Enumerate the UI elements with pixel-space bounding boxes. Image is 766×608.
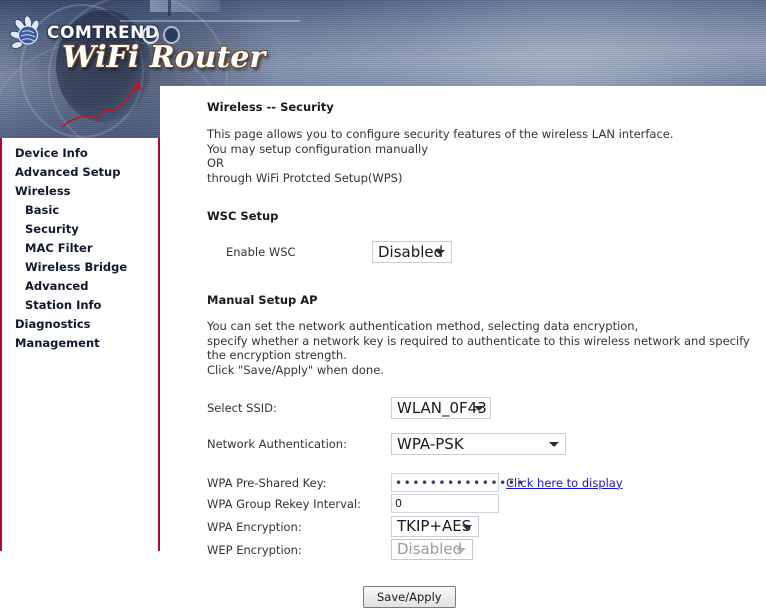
wep-encryption-value: Disabled (397, 540, 463, 558)
sidebar-item-station-info[interactable]: Station Info (2, 296, 158, 315)
network-authentication-row: Network Authentication: WPA-PSK (207, 433, 766, 455)
enable-wsc-select[interactable]: Disabled (372, 241, 452, 263)
chevron-down-icon (456, 547, 466, 553)
select-ssid-row: Select SSID: WLAN_0F43 (207, 397, 766, 419)
click-here-to-display-link[interactable]: Click here to display (506, 476, 623, 490)
comtrend-flower-logo-icon (9, 16, 40, 49)
sidebar-item-wireless-bridge[interactable]: Wireless Bridge (2, 258, 158, 277)
chevron-down-icon (474, 406, 484, 411)
chevron-down-icon (462, 524, 472, 530)
sidebar-item-wireless[interactable]: Wireless (2, 182, 158, 201)
product-name: WiFi Router (62, 40, 266, 75)
sidebar-item-security[interactable]: Security (2, 220, 158, 239)
banner-arrow-decoration (61, 80, 142, 128)
enable-wsc-value: Disabled (378, 243, 444, 261)
manual-setup-description: You can set the network authentication m… (207, 319, 750, 377)
sidebar-item-basic[interactable]: Basic (2, 201, 158, 220)
main-navigation-sidebar: Device Info Advanced Setup Wireless Basi… (0, 138, 160, 551)
wpa-encryption-dropdown[interactable]: TKIP+AES (391, 516, 479, 537)
chevron-down-icon (435, 250, 445, 255)
enable-wsc-label: Enable WSC (226, 245, 296, 259)
save-apply-row: Save/Apply (207, 586, 766, 608)
enable-wsc-row: Enable WSC Disabled (207, 241, 766, 263)
network-authentication-value: WPA-PSK (397, 435, 464, 453)
sidebar-item-mac-filter[interactable]: MAC Filter (2, 239, 158, 258)
page-title: Wireless -- Security (207, 100, 334, 114)
wpa-preshared-key-row: WPA Pre-Shared Key: ••••••••••••••• Clic… (207, 473, 766, 492)
network-authentication-dropdown[interactable]: WPA-PSK (391, 433, 566, 455)
select-ssid-label: Select SSID: (207, 401, 277, 415)
wpa-preshared-key-input[interactable]: ••••••••••••••• (391, 473, 524, 492)
sidebar-item-advanced-setup[interactable]: Advanced Setup (2, 163, 158, 182)
sidebar-item-management[interactable]: Management (2, 334, 158, 353)
wpa-encryption-label: WPA Encryption: (207, 519, 302, 534)
wep-encryption-row: WEP Encryption: Disabled (207, 539, 766, 560)
sidebar-item-diagnostics[interactable]: Diagnostics (2, 315, 158, 334)
wsc-setup-heading: WSC Setup (207, 209, 279, 223)
select-ssid-dropdown[interactable]: WLAN_0F43 (391, 397, 491, 419)
wpa-encryption-value: TKIP+AES (397, 517, 472, 535)
manual-setup-heading: Manual Setup AP (207, 293, 318, 307)
save-apply-button[interactable]: Save/Apply (363, 586, 456, 608)
wep-encryption-label: WEP Encryption: (207, 542, 302, 557)
wpa-preshared-key-label: WPA Pre-Shared Key: (207, 475, 327, 490)
wpa-group-rekey-label: WPA Group Rekey Interval: (207, 496, 362, 511)
wep-encryption-dropdown: Disabled (391, 539, 473, 560)
network-authentication-label: Network Authentication: (207, 437, 347, 451)
sidebar-item-device-info[interactable]: Device Info (2, 144, 158, 163)
wpa-encryption-row: WPA Encryption: TKIP+AES (207, 516, 766, 537)
sidebar-item-advanced[interactable]: Advanced (2, 277, 158, 296)
chevron-down-icon (549, 442, 559, 447)
page-intro-text: This page allows you to configure securi… (207, 127, 674, 185)
wpa-group-rekey-row: WPA Group Rekey Interval: 0 (207, 494, 766, 513)
wpa-group-rekey-input[interactable]: 0 (391, 494, 499, 513)
content-panel: Wireless -- Security This page allows yo… (160, 86, 766, 608)
